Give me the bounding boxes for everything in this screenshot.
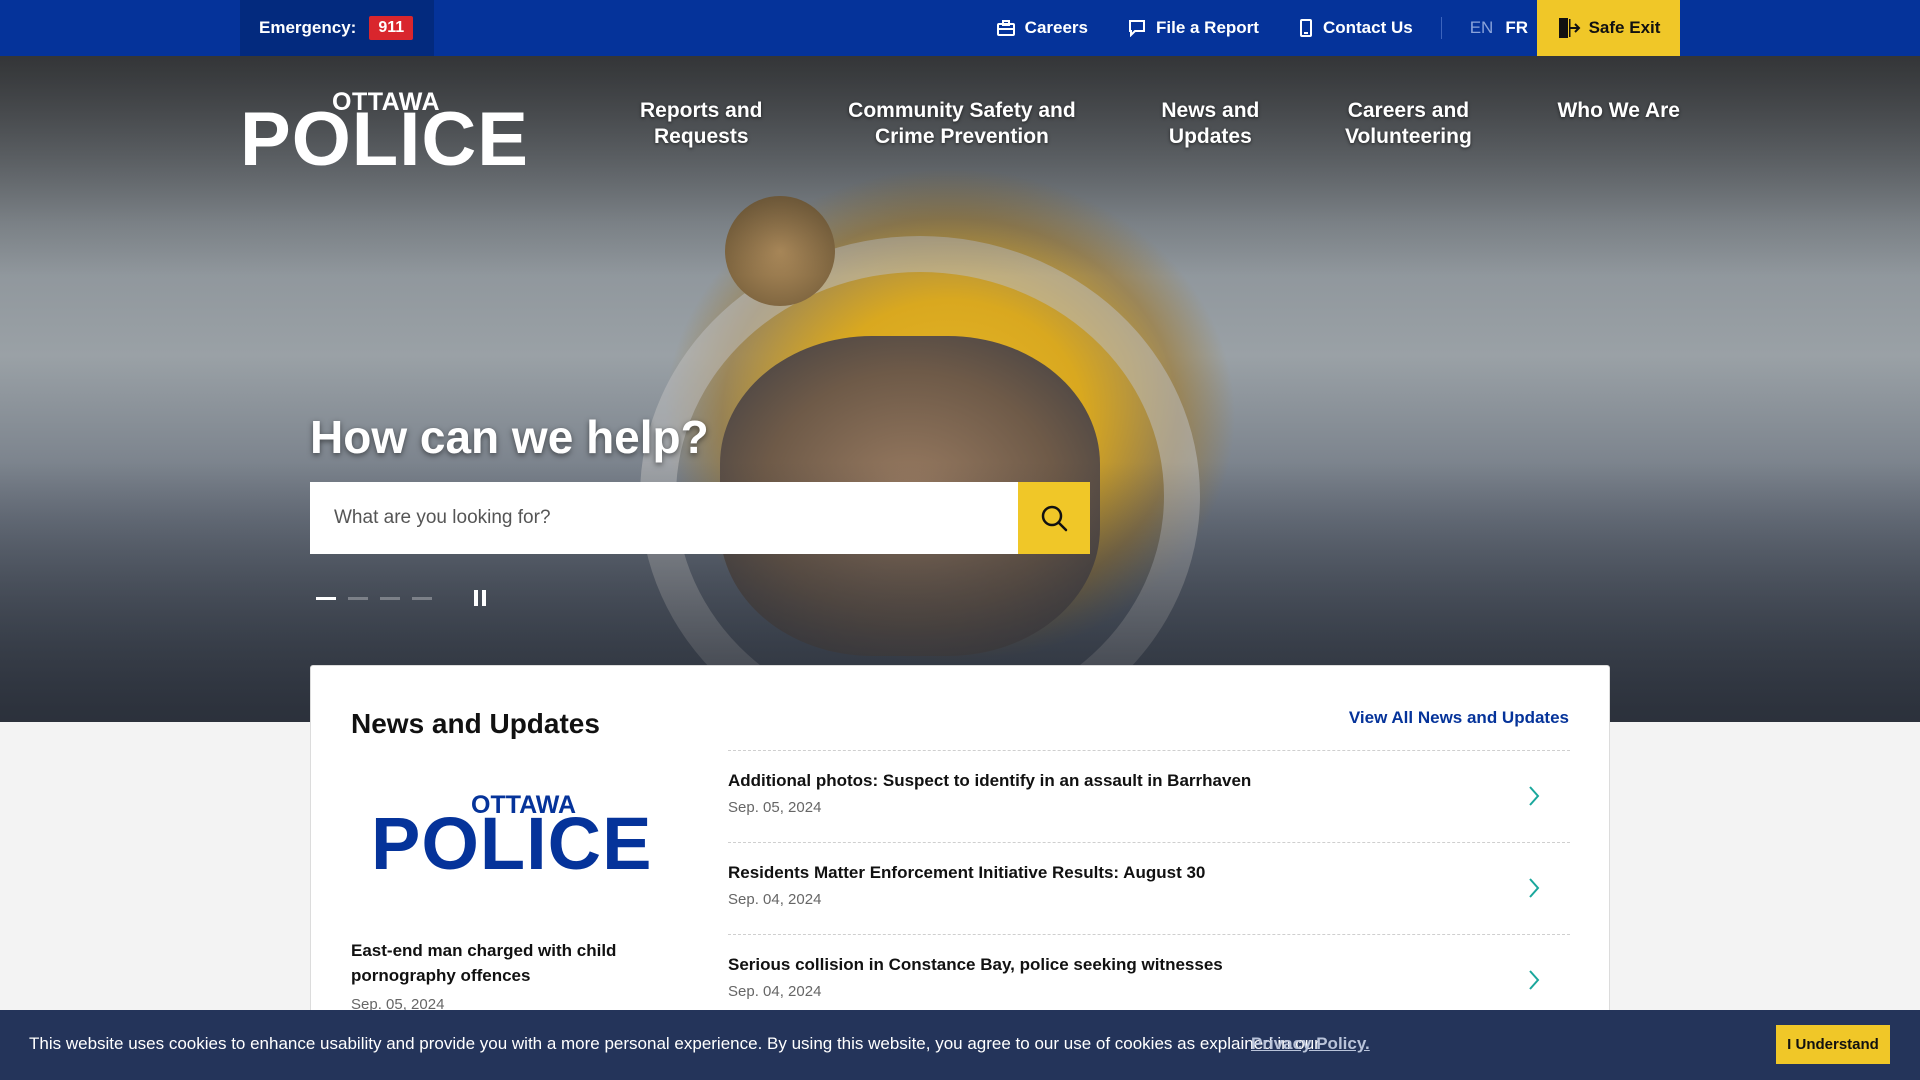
hero-title: How can we help? <box>310 411 709 463</box>
careers-link[interactable]: Careers <box>996 18 1088 38</box>
news-item-date: Sep. 04, 2024 <box>728 891 822 908</box>
search-input[interactable] <box>310 482 1018 554</box>
nav-label-line1: Reports and <box>640 99 763 122</box>
nav-community-safety[interactable]: Community Safety and Crime Prevention <box>848 98 1076 150</box>
exit-door-icon <box>1558 18 1581 38</box>
news-item-headline: Additional photos: Suspect to identify i… <box>728 771 1252 790</box>
nav-label-line1: News and <box>1161 99 1260 122</box>
view-all-news-link[interactable]: View All News and Updates <box>1349 708 1569 728</box>
emergency-banner: Emergency: 911 <box>240 0 434 56</box>
nav-label-line1: Community Safety and <box>848 99 1076 122</box>
nav-label-line2: Volunteering <box>1345 125 1472 148</box>
phone-icon <box>1299 19 1312 37</box>
carousel-dot[interactable] <box>348 596 368 600</box>
language-fr[interactable]: FR <box>1505 18 1528 38</box>
language-divider <box>1440 17 1442 39</box>
news-list-item[interactable]: Residents Matter Enforcement Initiative … <box>728 843 1570 935</box>
safe-exit-button[interactable]: Safe Exit <box>1537 0 1680 56</box>
cookie-message: This website uses cookies to enhance usa… <box>29 1034 1320 1053</box>
chevron-right-icon <box>1529 786 1540 806</box>
carousel-dot[interactable] <box>316 596 336 600</box>
cookie-banner: This website uses cookies to enhance usa… <box>0 1010 1920 1080</box>
news-item-headline: Serious collision in Constance Bay, poli… <box>728 955 1223 974</box>
news-list: Additional photos: Suspect to identify i… <box>728 750 1570 1027</box>
utility-bar: Emergency: 911 Careers File a Report Con… <box>0 0 1920 56</box>
file-report-link[interactable]: File a Report <box>1128 18 1259 38</box>
carousel-controls <box>316 590 490 606</box>
file-report-label: File a Report <box>1156 18 1259 37</box>
carousel-dot[interactable] <box>380 596 400 600</box>
utility-links: Careers File a Report Contact Us EN FR <box>957 0 1540 56</box>
feature-logo-big: POLICE <box>371 802 653 885</box>
search-icon <box>1041 505 1068 532</box>
pause-icon[interactable] <box>474 590 490 606</box>
nav-label-line1: Who We Are <box>1557 99 1680 122</box>
briefcase-icon <box>996 20 1015 36</box>
contact-us-link[interactable]: Contact Us <box>1299 18 1413 38</box>
news-section-title: News and Updates <box>351 708 600 739</box>
search-button[interactable] <box>1018 482 1090 554</box>
nav-label-line2: Updates <box>1168 125 1252 148</box>
careers-label: Careers <box>1024 18 1088 37</box>
speech-bubble-icon <box>1129 20 1145 37</box>
feature-news-headline[interactable]: East-end man charged with child pornogra… <box>351 938 641 988</box>
chevron-right-icon <box>1529 878 1540 898</box>
cookie-accept-button[interactable]: I Understand <box>1776 1025 1890 1064</box>
contact-us-label: Contact Us <box>1322 18 1413 37</box>
nav-label-line2: Crime Prevention <box>874 125 1049 148</box>
emergency-number[interactable]: 911 <box>369 16 414 40</box>
privacy-policy-link[interactable]: Privacy Policy. <box>1251 1034 1370 1054</box>
news-item-date: Sep. 05, 2024 <box>728 799 822 816</box>
news-list-item[interactable]: Additional photos: Suspect to identify i… <box>728 751 1570 843</box>
language-en[interactable]: EN <box>1470 18 1494 38</box>
emergency-label: Emergency: <box>259 18 357 37</box>
nav-label-line1: Careers and <box>1347 99 1470 122</box>
safe-exit-label: Safe Exit <box>1588 18 1661 37</box>
main-navigation: Reports and Requests Community Safety and… <box>640 98 1680 150</box>
nav-who-we-are[interactable]: Who We Are <box>1557 98 1680 150</box>
chevron-right-icon <box>1529 970 1540 990</box>
nav-label-line2: Requests <box>653 125 749 148</box>
news-item-headline: Residents Matter Enforcement Initiative … <box>728 863 1206 882</box>
logo-big-text: POLICE <box>240 97 529 182</box>
nav-careers-volunteering[interactable]: Careers and Volunteering <box>1345 98 1472 150</box>
nav-news-updates[interactable]: News and Updates <box>1161 98 1259 150</box>
carousel-dot[interactable] <box>412 596 432 600</box>
nav-reports-requests[interactable]: Reports and Requests <box>640 98 763 150</box>
news-item-date: Sep. 04, 2024 <box>728 983 822 1000</box>
feature-news-image[interactable]: OTTAWA POLICE <box>371 791 681 891</box>
ottawa-police-logo[interactable]: OTTAWA POLICE <box>240 88 528 180</box>
